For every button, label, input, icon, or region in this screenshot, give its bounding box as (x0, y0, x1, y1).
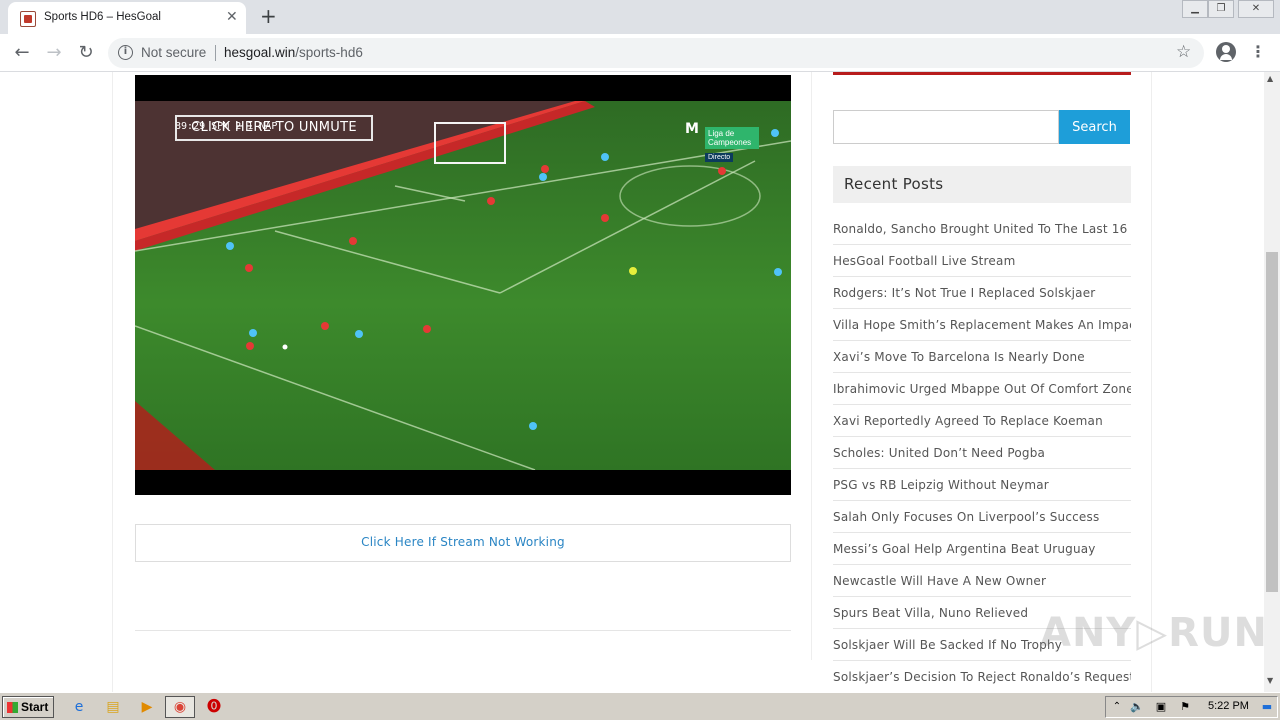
list-item: Villa Hope Smith’s Replacement Makes An … (833, 309, 1131, 341)
recent-post-link[interactable]: Villa Hope Smith’s Replacement Makes An … (833, 309, 1131, 332)
back-arrow-icon[interactable]: ← (10, 41, 34, 65)
broadcaster-logo: M (685, 121, 699, 137)
content-divider (135, 630, 791, 631)
taskbar-clock[interactable]: 5:22 PM (1208, 700, 1249, 712)
unmute-button[interactable]: CLICK HERE TO UNMUTE (175, 115, 373, 141)
tab-strip: Sports HD6 – HesGoal ✕ + ▁ ❐ ✕ (0, 0, 1280, 34)
start-button[interactable]: Start (2, 696, 54, 718)
browser-tab[interactable]: Sports HD6 – HesGoal ✕ (8, 2, 246, 34)
recent-post-link[interactable]: Solskjaer’s Decision To Reject Ronaldo’s… (833, 661, 1131, 684)
list-item: HesGoal Football Live Stream (833, 245, 1131, 277)
list-item: Messi’s Goal Help Argentina Beat Uruguay (833, 533, 1131, 565)
recent-post-link[interactable]: Ibrahimovic Urged Mbappe Out Of Comfort … (833, 373, 1131, 396)
channel-badge: Liga de Campeones (705, 127, 759, 149)
recent-post-link[interactable]: PSG vs RB Leipzig Without Neymar (833, 469, 1131, 492)
stream-not-working-link[interactable]: Click Here If Stream Not Working (361, 535, 565, 549)
url-host: hesgoal.win (224, 45, 296, 60)
football-pitch-graphic (135, 101, 791, 470)
action-center-flag-icon[interactable]: ⚑ (1176, 698, 1194, 716)
recent-post-link[interactable]: Scholes: United Don’t Need Pogba (833, 437, 1131, 460)
search-button[interactable]: Search (1059, 110, 1130, 144)
show-desktop-icon[interactable]: ▬ (1258, 698, 1276, 716)
scroll-down-arrow-icon[interactable]: ▼ (1267, 676, 1273, 685)
list-item: Rodgers: It’s Not True I Replaced Solskj… (833, 277, 1131, 309)
media-player-icon[interactable]: ▶ (138, 698, 156, 716)
page-viewport: M Liga de Campeones Directo 89:29 SPM 2 … (0, 72, 1264, 692)
chrome-taskbar-button[interactable]: ◉ (165, 696, 195, 718)
show-hidden-icons-icon[interactable]: ⌃ (1108, 698, 1126, 716)
url-text[interactable]: hesgoal.win/sports-hd6 (224, 45, 363, 60)
windows-taskbar: Start e ▤ ▶ ◉ ⓿ ⌃ 🔈 ▣ ⚑ ▬ 5:22 PM (0, 692, 1280, 720)
chrome-icon: ◉ (173, 699, 187, 715)
video-player[interactable]: M Liga de Campeones Directo 89:29 SPM 2 … (135, 75, 791, 495)
anyrun-watermark: ANY▷RUN (1040, 610, 1268, 656)
internet-explorer-icon[interactable]: e (70, 698, 88, 716)
sidebar-banner-edge (833, 72, 1131, 75)
recent-post-link[interactable]: Ronaldo, Sancho Brought United To The La… (833, 213, 1131, 236)
list-item: Salah Only Focuses On Liverpool’s Succes… (833, 501, 1131, 533)
list-item: Xavi’s Move To Barcelona Is Nearly Done (833, 341, 1131, 373)
profile-avatar-icon[interactable] (1216, 42, 1236, 62)
recent-post-link[interactable]: Xavi’s Move To Barcelona Is Nearly Done (833, 341, 1131, 364)
scrollbar-thumb[interactable] (1266, 252, 1278, 592)
volume-icon[interactable]: 🔈 (1128, 698, 1146, 716)
browser-menu-icon[interactable]: ⋮ (1250, 42, 1266, 61)
forward-arrow-icon[interactable]: → (42, 41, 66, 65)
site-favicon-icon (20, 11, 36, 27)
recent-posts-heading: Recent Posts (833, 166, 1131, 203)
alert-app-icon[interactable]: ⓿ (205, 698, 223, 716)
stream-fallback-box: Click Here If Stream Not Working (135, 524, 791, 562)
list-item: Newcastle Will Have A New Owner (833, 565, 1131, 597)
close-tab-icon[interactable]: ✕ (226, 9, 238, 25)
network-icon[interactable]: ▣ (1152, 698, 1170, 716)
column-divider (811, 72, 812, 660)
url-path: /sports-hd6 (295, 45, 363, 60)
recent-post-link[interactable]: Newcastle Will Have A New Owner (833, 565, 1131, 588)
recent-post-link[interactable]: Messi’s Goal Help Argentina Beat Uruguay (833, 533, 1131, 556)
recent-post-link[interactable]: Xavi Reportedly Agreed To Replace Koeman (833, 405, 1131, 428)
video-frame: M Liga de Campeones Directo 89:29 SPM 2 … (135, 101, 791, 470)
list-item: Ronaldo, Sancho Brought United To The La… (833, 213, 1131, 245)
new-tab-button[interactable]: + (260, 4, 277, 28)
list-item: Scholes: United Don’t Need Pogba (833, 437, 1131, 469)
list-item: PSG vs RB Leipzig Without Neymar (833, 469, 1131, 501)
tab-title: Sports HD6 – HesGoal (44, 11, 161, 23)
address-bar[interactable]: i Not secure hesgoal.win/sports-hd6 ☆ (108, 38, 1204, 68)
list-item: Xavi Reportedly Agreed To Replace Koeman (833, 405, 1131, 437)
page-scrollbar[interactable]: ▲ ▼ (1264, 72, 1280, 692)
browser-toolbar: ← → ↻ i Not secure hesgoal.win/sports-hd… (0, 34, 1280, 72)
recent-post-link[interactable]: Salah Only Focuses On Liverpool’s Succes… (833, 501, 1131, 524)
recent-post-link[interactable]: HesGoal Football Live Stream (833, 245, 1131, 268)
page-container: M Liga de Campeones Directo 89:29 SPM 2 … (112, 72, 1152, 692)
recent-post-link[interactable]: Rodgers: It’s Not True I Replaced Solskj… (833, 277, 1131, 300)
security-status[interactable]: Not secure (141, 45, 206, 60)
minimize-window-button[interactable]: ▁ (1182, 0, 1208, 18)
close-window-button[interactable]: ✕ (1238, 0, 1274, 18)
bookmark-star-icon[interactable]: ☆ (1176, 42, 1191, 62)
info-icon[interactable]: i (118, 45, 133, 60)
live-badge: Directo (705, 153, 734, 162)
omnibox-divider (215, 45, 216, 61)
search-input[interactable] (833, 110, 1059, 144)
list-item: Ibrahimovic Urged Mbappe Out Of Comfort … (833, 373, 1131, 405)
file-explorer-icon[interactable]: ▤ (104, 698, 122, 716)
system-tray: ⌃ 🔈 ▣ ⚑ ▬ (1105, 696, 1278, 718)
restore-window-button[interactable]: ❐ (1208, 0, 1234, 18)
list-item: Solskjaer’s Decision To Reject Ronaldo’s… (833, 661, 1131, 692)
scroll-up-arrow-icon[interactable]: ▲ (1267, 74, 1273, 83)
reload-icon[interactable]: ↻ (74, 41, 98, 65)
